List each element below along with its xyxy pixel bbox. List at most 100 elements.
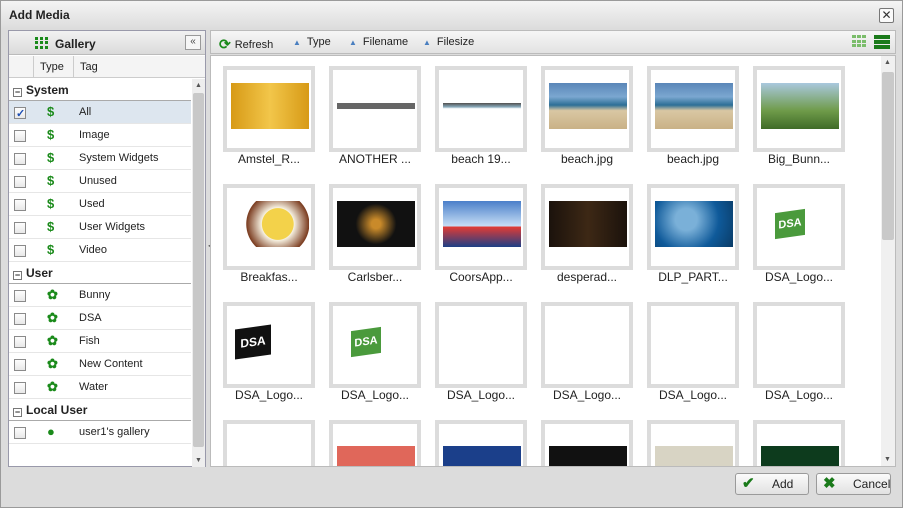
tree-item[interactable]: $ Video [9,239,191,262]
close-button[interactable]: ✕ [879,8,894,23]
media-tile[interactable]: CoorsApp... [435,184,527,284]
add-button[interactable]: ✔ Add [735,473,809,495]
media-thumbnail [443,201,521,247]
media-tile[interactable]: DSA DSA_Logo... [329,302,421,402]
tree-item[interactable]: ✿ Fish [9,330,191,353]
item-checkbox[interactable] [14,222,26,234]
sort-filesize-button[interactable]: ▲ Filesize [423,36,474,48]
tree-group[interactable]: − Local User [9,399,191,421]
media-tile[interactable]: beach.jpg [541,66,633,166]
media-tile[interactable]: DSA DSA_Logo... [753,184,845,284]
item-checkbox[interactable] [14,382,26,394]
media-tile[interactable] [647,420,739,466]
media-tile[interactable]: DSA DSA_Logo... [223,302,315,402]
media-filename: Big_Bunn... [767,152,831,166]
media-tile[interactable]: Carlsber... [329,184,421,284]
item-checkbox[interactable] [14,245,26,257]
gallery-tree: −System$All$Image$System Widgets$Unused$… [9,79,191,467]
collapse-panel-button[interactable]: « [185,35,201,50]
collapse-icon[interactable]: − [13,271,22,280]
media-tile[interactable] [223,420,315,466]
media-tile[interactable]: desperad... [541,184,633,284]
tree-item-label: System Widgets [79,152,159,164]
media-tile[interactable] [329,420,421,466]
thumbnail-view-icon[interactable] [851,34,867,49]
tree-item[interactable]: ✿ DSA [9,307,191,330]
scroll-down-icon[interactable]: ▼ [884,456,891,463]
title-bar: Add Media ✕ [1,1,902,29]
item-checkbox[interactable] [14,103,26,125]
scroll-thumb[interactable] [882,72,894,240]
sort-filename-label: Filename [362,36,409,48]
item-checkbox[interactable] [14,130,26,142]
media-thumbnail [443,319,521,365]
media-tile[interactable]: DSA_Logo... [647,302,739,402]
user-icon: ● [47,424,55,439]
media-scrollbar[interactable]: ▲ ▼ [881,56,895,466]
tree-item[interactable]: $ Unused [9,170,191,193]
item-checkbox[interactable] [14,427,26,439]
checkmark-icon: ✔ [742,475,755,492]
collapse-icon[interactable]: − [13,408,22,417]
gear-icon: ✿ [47,310,58,325]
media-tile[interactable] [541,420,633,466]
media-tile[interactable]: Breakfas... [223,184,315,284]
scroll-thumb[interactable] [193,93,204,447]
cancel-label: Cancel [853,477,891,491]
tree-item[interactable]: $ Image [9,124,191,147]
scroll-up-icon[interactable]: ▲ [195,82,202,89]
scroll-down-icon[interactable]: ▼ [195,457,202,464]
media-tile[interactable]: DLP_PART... [647,184,739,284]
media-thumbnail [231,83,309,129]
media-filename: DSA_Logo... [340,388,410,402]
item-checkbox[interactable] [14,336,26,348]
media-tile[interactable]: Big_Bunn... [753,66,845,166]
gear-icon: ✿ [47,287,58,302]
media-thumbnail [761,319,839,365]
list-view-icon[interactable] [874,34,890,49]
column-tag[interactable]: Tag [73,56,205,78]
tree-item[interactable]: ● user1's gallery [9,421,191,444]
refresh-button[interactable]: ⟳ Refresh [219,36,273,53]
cancel-button[interactable]: ✖ Cancel [816,473,891,495]
media-thumbnail: DSA [761,201,839,247]
column-type[interactable]: Type [33,56,73,78]
tree-item[interactable]: $ User Widgets [9,216,191,239]
item-checkbox[interactable] [14,290,26,302]
item-checkbox[interactable] [14,176,26,188]
tree-scrollbar[interactable]: ▲ ▼ [192,79,205,467]
item-checkbox[interactable] [14,359,26,371]
tree-group[interactable]: − System [9,79,191,101]
tree-group[interactable]: − User [9,262,191,284]
media-tile[interactable]: Amstel_R... [223,66,315,166]
media-tile[interactable]: beach.jpg [647,66,739,166]
sort-filename-button[interactable]: ▲ Filename [349,36,408,48]
media-tile[interactable]: ANOTHER ... [329,66,421,166]
scroll-up-icon[interactable]: ▲ [884,59,891,66]
tree-item[interactable]: $ Used [9,193,191,216]
item-checkbox[interactable] [14,199,26,211]
media-tile[interactable] [753,420,845,466]
collapse-icon[interactable]: − [13,88,22,97]
tree-item[interactable]: $ All [9,101,191,125]
media-thumbnail: DSA [231,319,309,365]
media-thumbnail [655,437,733,466]
tree-item-label: Water [79,381,108,393]
tree-group-label: User [26,266,53,280]
tree-item[interactable]: $ System Widgets [9,147,191,170]
tree-item[interactable]: ✿ Bunny [9,284,191,307]
media-tile[interactable]: DSA_Logo... [435,302,527,402]
dollar-icon: $ [47,242,55,257]
media-thumbnail [655,83,733,129]
item-checkbox[interactable] [14,153,26,165]
media-tile[interactable]: DSA_Logo... [541,302,633,402]
item-checkbox[interactable] [14,313,26,325]
sort-type-button[interactable]: ▲ Type [293,36,331,48]
media-tile[interactable] [435,420,527,466]
media-tile[interactable]: DSA_Logo... [753,302,845,402]
tree-item[interactable]: ✿ Water [9,376,191,399]
media-tile[interactable]: beach 19... [435,66,527,166]
tree-item-label: Used [79,198,105,210]
tree-item[interactable]: ✿ New Content [9,353,191,376]
media-thumbnail [655,201,733,247]
